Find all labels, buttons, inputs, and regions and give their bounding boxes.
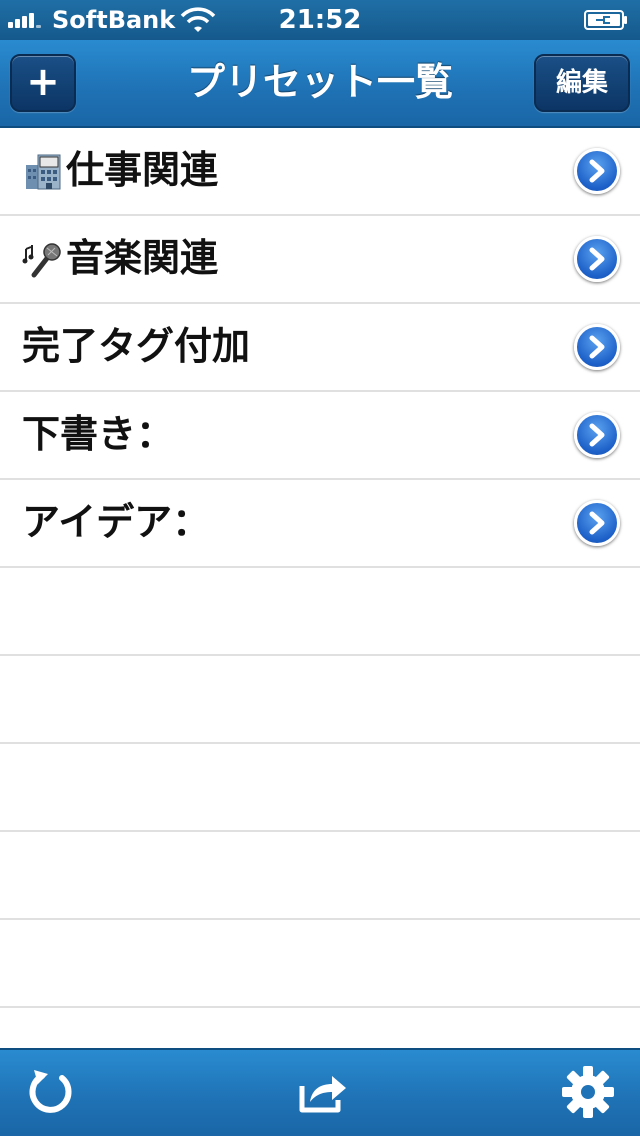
microphone-icon xyxy=(22,243,61,278)
preset-label: アイデア： xyxy=(22,500,211,544)
refresh-icon[interactable] xyxy=(22,1064,78,1120)
detail-disclosure-button[interactable] xyxy=(574,236,620,282)
preset-label: 音楽関連 xyxy=(66,236,219,280)
preset-row-work[interactable]: 仕事関連 xyxy=(0,128,640,216)
preset-label: 仕事関連 xyxy=(66,148,219,192)
gear-icon[interactable] xyxy=(560,1064,616,1120)
preset-row-done-tag[interactable]: 完了タグ付加 xyxy=(0,304,640,392)
edit-button[interactable]: 編集 xyxy=(534,54,630,112)
detail-disclosure-button[interactable] xyxy=(574,324,620,370)
empty-row xyxy=(0,832,640,920)
preset-label: 下書き： xyxy=(22,412,175,456)
empty-row xyxy=(0,744,640,832)
status-time: 21:52 xyxy=(278,5,362,35)
empty-row xyxy=(0,568,640,656)
empty-row xyxy=(0,920,640,1008)
detail-disclosure-button[interactable] xyxy=(574,500,620,546)
preset-list: 仕事関連 音楽関連 完了タグ付加 下書き： アイデア： xyxy=(0,128,640,1008)
preset-row-music[interactable]: 音楽関連 xyxy=(0,216,640,304)
bottom-toolbar xyxy=(0,1048,640,1136)
preset-label: 完了タグ付加 xyxy=(22,324,251,368)
office-building-icon xyxy=(26,154,61,190)
preset-row-draft[interactable]: 下書き： xyxy=(0,392,640,480)
detail-disclosure-button[interactable] xyxy=(574,148,620,194)
detail-disclosure-button[interactable] xyxy=(574,412,620,458)
navigation-bar: + プリセット一覧 編集 xyxy=(0,40,640,128)
share-icon[interactable] xyxy=(294,1064,350,1120)
empty-row xyxy=(0,656,640,744)
status-bar: SoftBank 21:52 xyxy=(0,0,640,40)
battery-charging-icon xyxy=(584,10,627,30)
preset-row-idea[interactable]: アイデア： xyxy=(0,480,640,568)
